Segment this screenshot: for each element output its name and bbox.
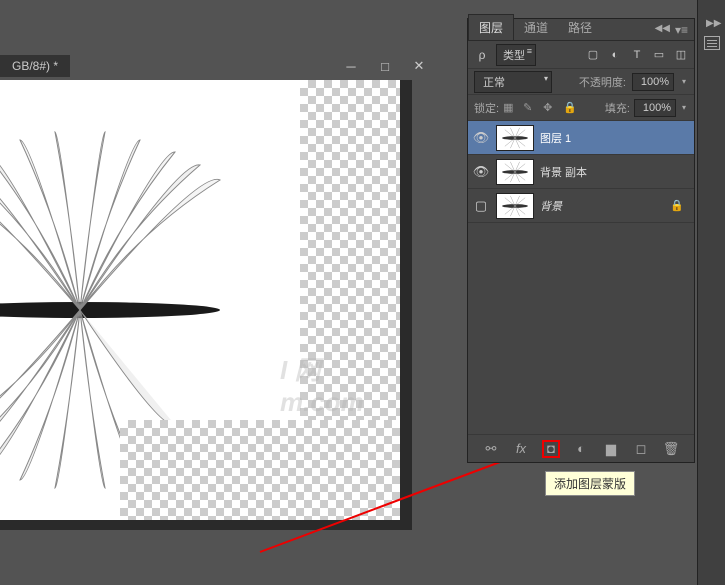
panel-tabs: 图层 通道 路径 ◀◀ ▾≡ — [468, 19, 694, 41]
window-controls: ─ □ ✕ — [340, 55, 430, 77]
fill-arrow-icon[interactable]: ▾ — [680, 103, 688, 112]
dock-panel-icon[interactable] — [704, 36, 720, 50]
layer-row[interactable]: 👁 图层 1 — [468, 121, 694, 155]
filter-pixel-icon[interactable]: ▢ — [586, 48, 600, 62]
group-icon[interactable]: ▆ — [602, 440, 620, 458]
panel-menu-icon[interactable]: ▾≡ — [675, 23, 688, 37]
visibility-icon[interactable]: ▢ — [472, 198, 490, 214]
layer-thumbnail[interactable] — [496, 193, 534, 219]
lock-indicator-icon: 🔒 — [670, 199, 684, 212]
workspace: GB/8#) * ─ □ ✕ — [0, 0, 440, 585]
collapse-icon[interactable]: ◀◀ — [655, 23, 670, 34]
layer-row[interactable]: 👁 背景 副本 — [468, 155, 694, 189]
tab-channels[interactable]: 通道 — [514, 15, 558, 40]
right-dock: ▶▶ — [697, 0, 725, 585]
canvas[interactable]: I 网 m.com — [0, 80, 400, 520]
filter-dropdown[interactable]: 类型 — [496, 44, 536, 66]
filter-adjust-icon[interactable]: ◐ — [608, 48, 622, 62]
add-mask-icon[interactable]: ◘ — [542, 440, 560, 458]
canvas-area[interactable]: I 网 m.com — [0, 80, 412, 530]
transparency-grid-bottom — [120, 420, 400, 520]
fill-input[interactable]: 100% — [634, 99, 676, 117]
lock-row: 锁定: ▦ ✎ ✥ 🔒 填充: 100% ▾ — [468, 95, 694, 121]
tab-layers[interactable]: 图层 — [468, 14, 514, 40]
filter-shape-icon[interactable]: ▭ — [652, 48, 666, 62]
layer-name[interactable]: 背景 副本 — [540, 164, 587, 180]
filter-smart-icon[interactable]: ◫ — [674, 48, 688, 62]
dock-collapse-icon[interactable]: ▶▶ — [706, 18, 721, 29]
trash-icon[interactable]: 🗑 — [662, 440, 680, 458]
layer-list: 👁 图层 1 👁 背景 副本 ▢ 背景 🔒 — [468, 121, 694, 223]
minimize-button[interactable]: ─ — [340, 55, 362, 77]
opacity-label: 不透明度: — [579, 74, 626, 90]
lock-position-icon[interactable]: ✥ — [543, 101, 557, 115]
filter-type-icon[interactable]: T — [630, 48, 644, 62]
document-tab[interactable]: GB/8#) * — [0, 55, 70, 77]
lock-all-icon[interactable]: 🔒 — [563, 101, 577, 115]
lock-pixels-icon[interactable]: ✎ — [523, 101, 537, 115]
maximize-button[interactable]: □ — [374, 55, 396, 77]
link-layers-icon[interactable]: ⚯ — [482, 440, 500, 458]
fill-label: 填充: — [605, 100, 630, 116]
layer-fx-icon[interactable]: fx — [512, 440, 530, 458]
layer-row[interactable]: ▢ 背景 🔒 — [468, 189, 694, 223]
opacity-arrow-icon[interactable]: ▾ — [680, 77, 688, 86]
visibility-icon[interactable]: 👁 — [472, 164, 490, 180]
opacity-input[interactable]: 100% — [632, 73, 674, 91]
layer-thumbnail[interactable] — [496, 125, 534, 151]
visibility-icon[interactable]: 👁 — [472, 130, 490, 146]
layer-name[interactable]: 背景 — [540, 198, 562, 214]
filter-row: ρ 类型 ▢ ◐ T ▭ ◫ — [468, 41, 694, 69]
adjustment-layer-icon[interactable]: ◐ — [572, 440, 590, 458]
filter-kind-icon[interactable]: ρ — [474, 47, 490, 63]
layer-name[interactable]: 图层 1 — [540, 130, 571, 146]
lock-label: 锁定: — [474, 100, 499, 116]
close-button[interactable]: ✕ — [408, 55, 430, 77]
layers-panel: 图层 通道 路径 ◀◀ ▾≡ ρ 类型 ▢ ◐ T ▭ ◫ 正常 不透明度: 1… — [467, 18, 695, 463]
tooltip: 添加图层蒙版 — [545, 471, 635, 496]
lock-transparency-icon[interactable]: ▦ — [503, 101, 517, 115]
tab-paths[interactable]: 路径 — [558, 15, 602, 40]
new-layer-icon[interactable]: ◻ — [632, 440, 650, 458]
panel-footer: ⚯ fx ◘ ◐ ▆ ◻ 🗑 — [468, 434, 694, 462]
watermark: I 网 m.com — [280, 350, 400, 418]
blend-mode-dropdown[interactable]: 正常 — [474, 71, 552, 93]
blend-row: 正常 不透明度: 100% ▾ — [468, 69, 694, 95]
layer-thumbnail[interactable] — [496, 159, 534, 185]
